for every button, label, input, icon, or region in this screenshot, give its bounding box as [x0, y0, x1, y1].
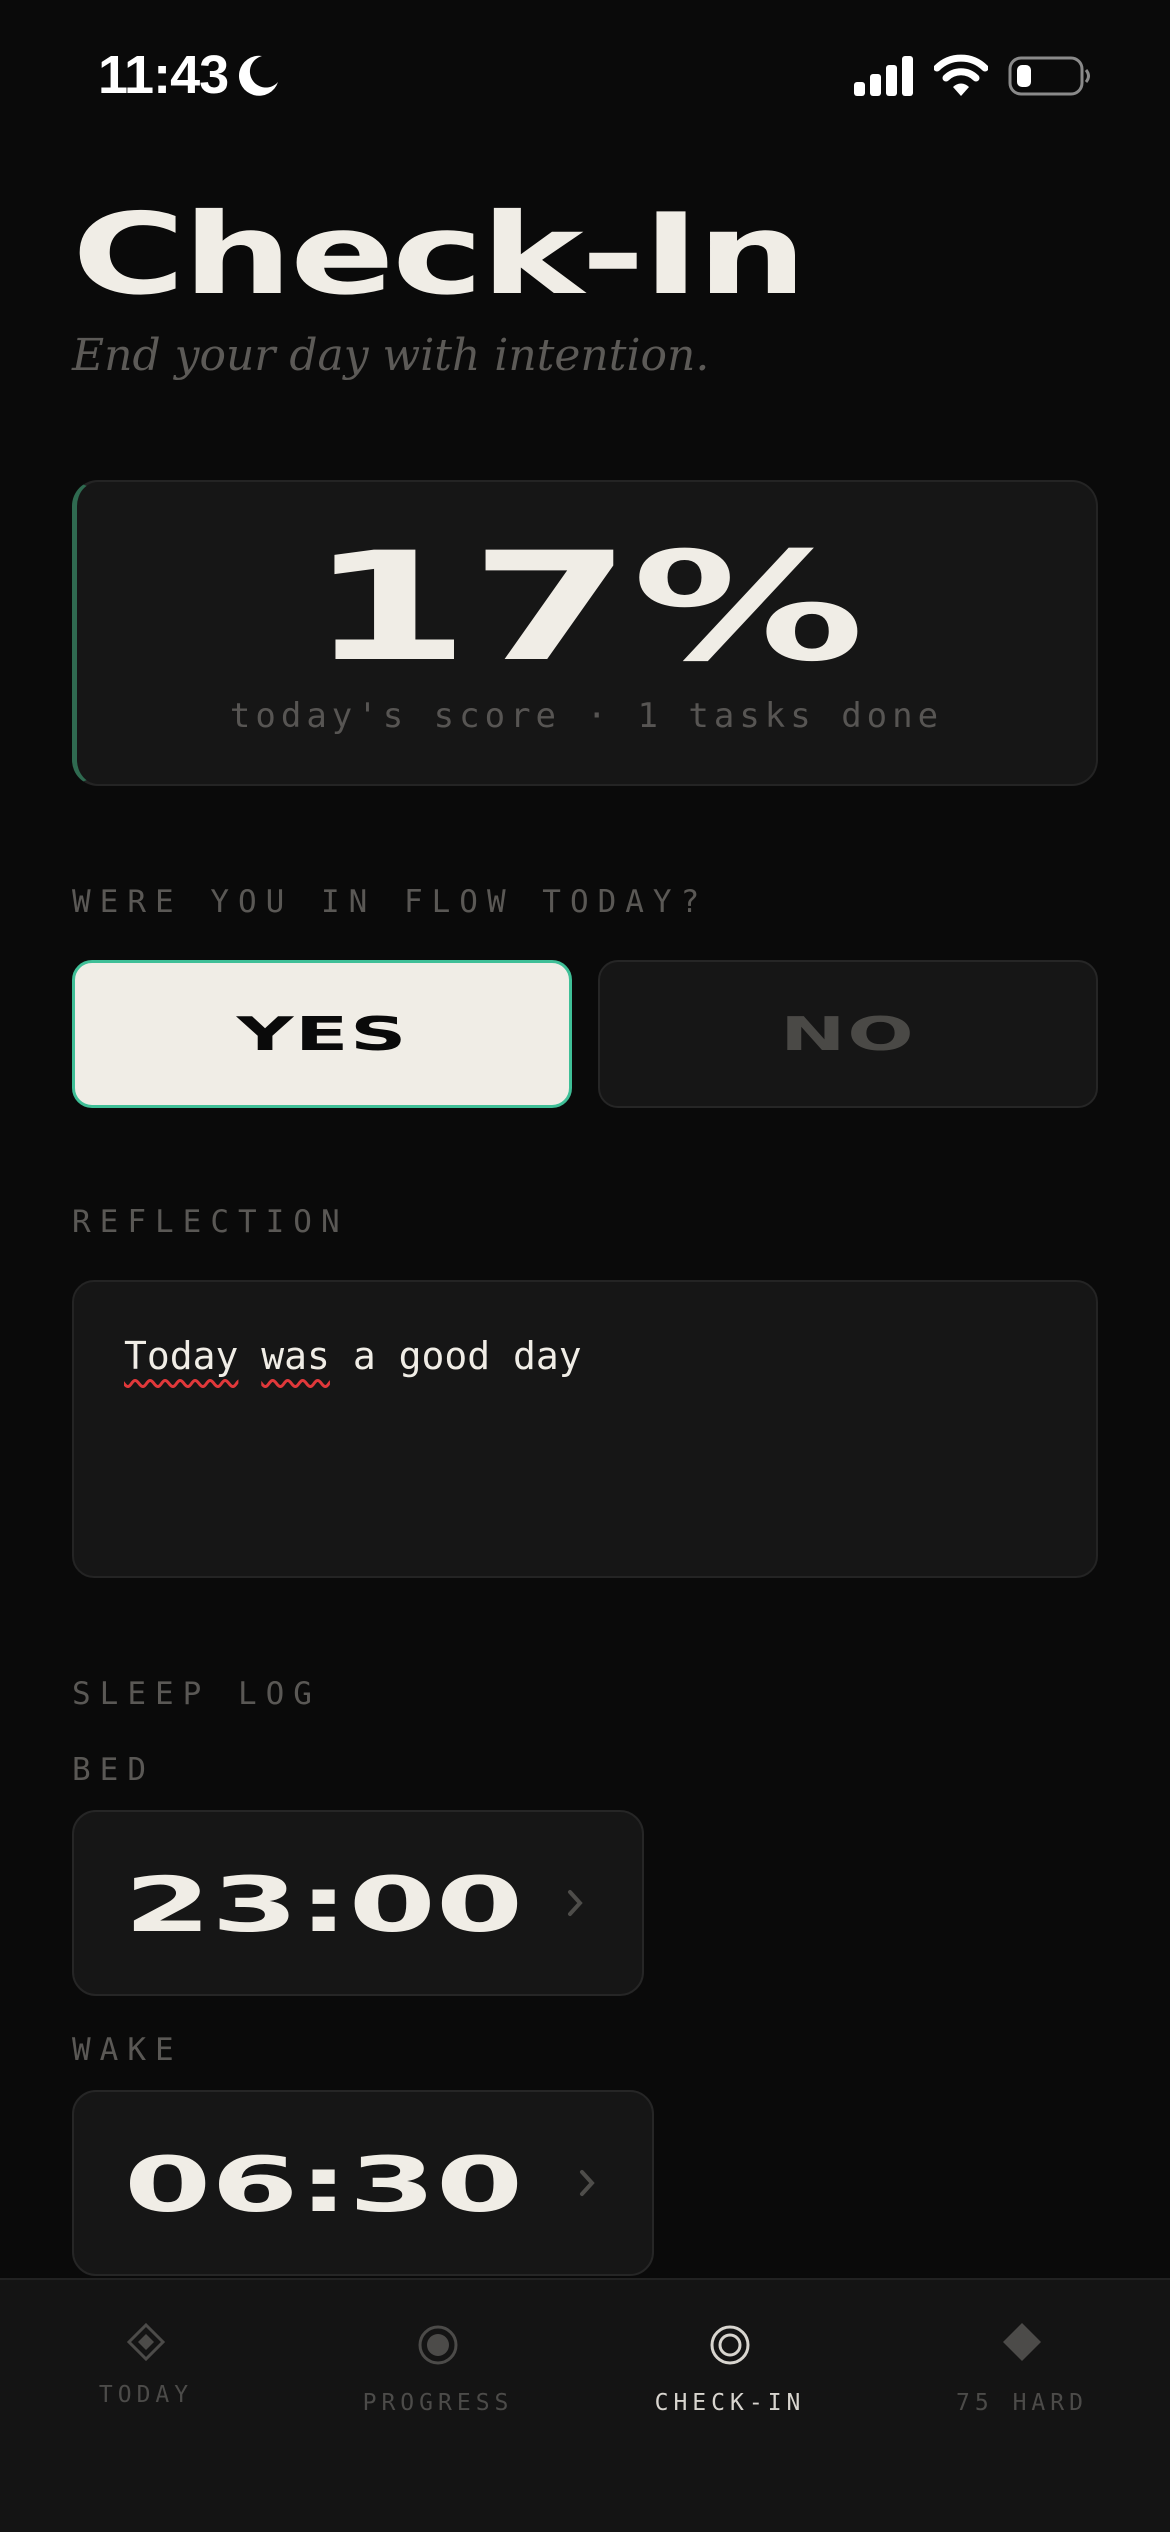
wake-label: WAKE — [72, 2032, 183, 2068]
misspelled-word: Today — [124, 1334, 239, 1378]
tab-75-hard[interactable]: 75 HARD — [876, 2280, 1168, 2416]
flow-yes-button[interactable]: YES — [72, 960, 572, 1108]
tab-progress[interactable]: PROGRESS — [292, 2280, 584, 2416]
tab-label: PROGRESS — [362, 2390, 514, 2416]
tab-label: TODAY — [98, 2382, 194, 2408]
tab-today[interactable]: TODAY — [0, 2280, 292, 2410]
reflection-text: Today was a good day — [124, 1334, 582, 1378]
tab-check-in[interactable]: CHECK-IN — [584, 2280, 876, 2416]
flow-no-button[interactable]: NO — [598, 960, 1098, 1108]
wake-time-value: 06:30 — [124, 2140, 524, 2229]
score-caption: today's score · 1 tasks done — [229, 696, 944, 736]
score-value: 17% — [308, 521, 865, 695]
flow-no-label: NO — [780, 1007, 916, 1061]
score-card: 17% today's score · 1 tasks done — [72, 480, 1098, 786]
tab-bar: TODAY PROGRESS CHECK-IN 75 HARD — [0, 2278, 1170, 2532]
tab-label: CHECK-IN — [654, 2390, 806, 2416]
page-subtitle: End your day with intention. — [72, 330, 710, 381]
battery-icon — [1008, 56, 1090, 96]
flow-question-label: WERE YOU IN FLOW TODAY? — [72, 884, 709, 920]
status-time: 11:43 — [98, 45, 229, 105]
reflection-textarea[interactable]: Today was a good day — [72, 1280, 1098, 1578]
diamond-filled-icon — [1003, 2323, 1041, 2361]
misspelled-word: was — [261, 1334, 330, 1378]
moon-icon — [238, 55, 278, 96]
chevron-right-icon — [568, 1890, 583, 1916]
bed-time-value: 23:00 — [124, 1860, 524, 1949]
page-title: Check-In — [72, 190, 807, 320]
status-bar: 11:43 — [0, 0, 1170, 150]
signal-icon — [854, 56, 913, 96]
sleep-log-label: SLEEP LOG — [72, 1676, 321, 1712]
bed-time-picker[interactable]: 23:00 — [72, 1810, 644, 1996]
wake-time-picker[interactable]: 06:30 — [72, 2090, 654, 2276]
tab-label: 75 HARD — [956, 2390, 1088, 2416]
wifi-icon — [934, 54, 988, 96]
chevron-right-icon — [580, 2170, 595, 2196]
reflection-word: a good day — [352, 1334, 582, 1378]
radio-circle-icon — [418, 2325, 458, 2365]
flow-yes-label: YES — [236, 1007, 408, 1061]
diamond-outline-icon — [126, 2322, 166, 2362]
bed-label: BED — [72, 1752, 155, 1788]
reflection-label: REFLECTION — [72, 1204, 349, 1240]
target-circle-icon — [710, 2325, 750, 2365]
